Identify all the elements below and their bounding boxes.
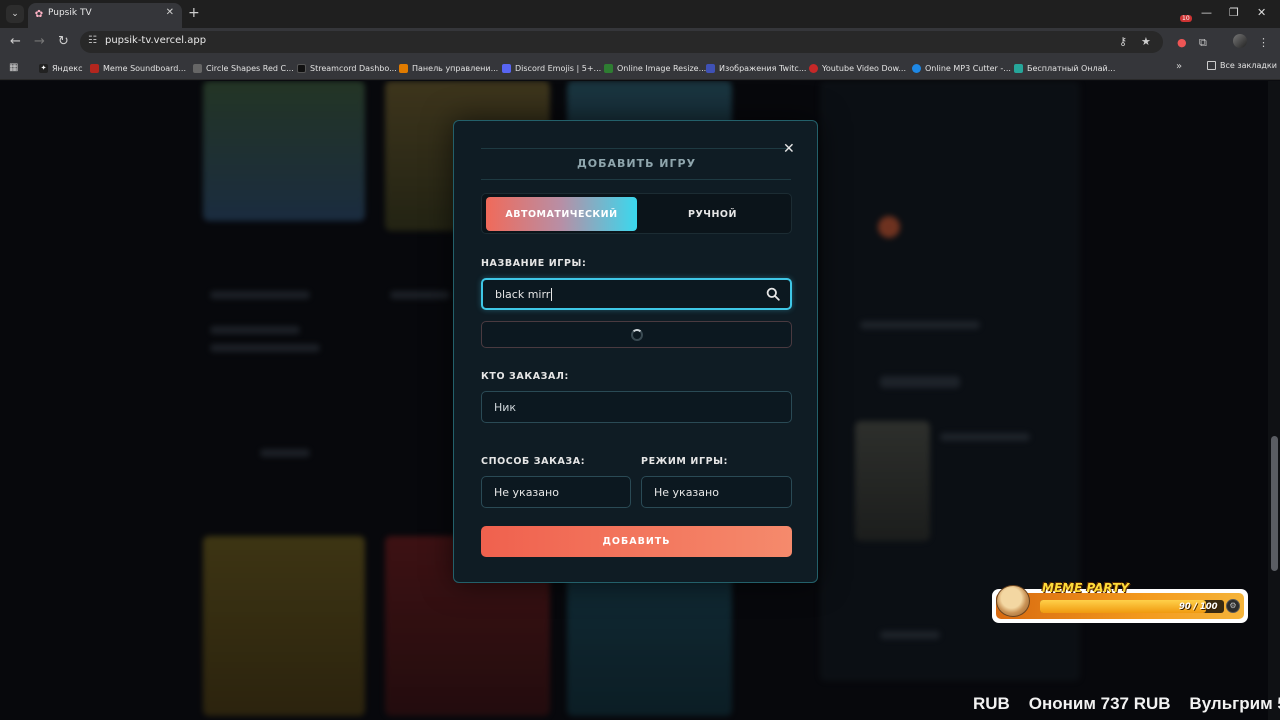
bookmark-item[interactable]: Бесплатный Онлай... xyxy=(1014,61,1115,75)
ordered-by-placeholder: Ник xyxy=(494,400,517,414)
mode-switch: АВТОМАТИЧЕСКИЙ РУЧНОЙ xyxy=(481,193,792,234)
bookmark-item[interactable]: Discord Emojis | 5+... xyxy=(502,61,601,75)
bookmark-item[interactable]: Изображения Twitc... xyxy=(706,61,806,75)
pupsik-favicon-icon: ✿ xyxy=(34,9,44,20)
browser-toolbar: ← → ↻ ☷ pupsik-tv.vercel.app ⚷ ★ ● ⧉ ⋮ xyxy=(0,28,1280,56)
bookmarks-bar: ▦ ✦ Яндекс Meme Soundboard... Circle Shap… xyxy=(0,56,1280,80)
password-key-icon[interactable]: ⚷ xyxy=(1119,35,1127,48)
game-mode-value: Не указано xyxy=(654,485,719,499)
close-window-icon[interactable]: ✕ xyxy=(1257,6,1266,19)
bookmark-favicon-icon xyxy=(604,63,613,73)
search-results-loading xyxy=(481,321,792,348)
bookmark-item[interactable]: ✦ Яндекс xyxy=(39,61,82,75)
bookmark-item[interactable]: Online MP3 Cutter -... xyxy=(912,61,1011,75)
game-mode-select[interactable]: Не указано xyxy=(641,476,792,508)
ordered-by-label: КТО ЗАКАЗАЛ: xyxy=(481,371,569,382)
game-name-label: НАЗВАНИЕ ИГРЫ: xyxy=(481,258,587,269)
bookmark-item[interactable]: Панель управлени... xyxy=(399,61,498,75)
bookmark-favicon-icon xyxy=(912,63,921,73)
modal-divider xyxy=(481,179,791,180)
game-name-input[interactable]: black mirr xyxy=(481,278,792,310)
meme-party-title: MEME PARTY xyxy=(1042,581,1130,595)
game-name-value: black mirr xyxy=(495,287,551,301)
browser-titlebar: ⌄ ✿ Pupsik TV ✕ + — ❐ ✕ xyxy=(0,0,1280,28)
mode-manual-button[interactable]: РУЧНОЙ xyxy=(637,197,788,231)
restore-icon[interactable]: ❐ xyxy=(1229,6,1239,19)
bookmark-item[interactable]: Streamcord Dashbo... xyxy=(297,61,397,75)
meme-progress-count: 90 / 100 xyxy=(1179,602,1218,612)
folder-icon xyxy=(1207,61,1216,70)
text-caret xyxy=(551,287,553,301)
loading-spinner-icon xyxy=(631,329,643,341)
meme-party-panel: 90 / 100 ⚙ xyxy=(996,593,1244,619)
bookmark-item[interactable]: Meme Soundboard... xyxy=(90,61,186,75)
apps-grid-icon[interactable]: ▦ xyxy=(9,62,18,73)
minimize-icon[interactable]: — xyxy=(1201,6,1212,19)
bookmark-favicon-icon xyxy=(193,63,202,73)
close-tab-icon[interactable]: ✕ xyxy=(166,7,174,18)
tab-title: Pupsik TV xyxy=(48,8,92,18)
meme-party-widget: 90 / 100 ⚙ MEME PARTY xyxy=(992,581,1248,623)
background-text-line xyxy=(880,376,960,388)
discord-icon xyxy=(502,63,511,73)
forward-icon[interactable]: → xyxy=(34,34,45,50)
background-text-line xyxy=(210,344,320,352)
bookmark-star-icon[interactable]: ★ xyxy=(1141,35,1151,48)
bookmark-favicon-icon xyxy=(90,63,99,73)
search-icon[interactable] xyxy=(766,287,780,301)
add-game-modal: ДОБАВИТЬ ИГРУ ✕ АВТОМАТИЧЕСКИЙ РУЧНОЙ НА… xyxy=(453,120,818,583)
game-mode-label: РЕЖИМ ИГРЫ: xyxy=(641,456,729,467)
background-text-line xyxy=(940,433,1030,441)
bookmark-favicon-icon xyxy=(297,63,306,73)
modal-title: ДОБАВИТЬ ИГРУ xyxy=(576,157,697,170)
bookmark-item[interactable]: Online Image Resize... xyxy=(604,61,706,75)
tab-search-button[interactable]: ⌄ xyxy=(6,5,24,23)
close-icon[interactable]: ✕ xyxy=(783,141,795,157)
scrollbar-thumb[interactable] xyxy=(1271,436,1278,571)
all-bookmarks[interactable]: Все закладки xyxy=(1207,61,1277,70)
background-text-line xyxy=(210,326,300,334)
background-text-line xyxy=(390,291,450,299)
opera-icon xyxy=(809,63,818,73)
yandex-icon: ✦ xyxy=(39,63,48,73)
background-text-line xyxy=(880,631,940,639)
donation-ticker: RUB Ононим 737 RUB Вульгрим 536 xyxy=(0,690,1280,720)
background-thumbnail xyxy=(855,421,930,541)
bookmark-item[interactable]: Circle Shapes Red C... xyxy=(193,61,294,75)
ticker-text: RUB Ононим 737 RUB Вульгрим 536 xyxy=(973,694,1280,713)
address-url: pupsik-tv.vercel.app xyxy=(105,35,207,46)
profile-avatar[interactable] xyxy=(1233,34,1247,48)
background-game-card xyxy=(203,536,365,716)
background-game-card xyxy=(203,81,365,221)
doge-icon xyxy=(996,585,1030,617)
extension-icon[interactable]: ● xyxy=(1177,36,1187,49)
extensions-puzzle-icon[interactable]: ⧉ xyxy=(1199,36,1207,50)
modal-divider xyxy=(481,148,791,149)
background-text-line xyxy=(210,291,310,299)
menu-kebab-icon[interactable]: ⋮ xyxy=(1258,36,1269,49)
page-scrollbar[interactable] xyxy=(1268,81,1280,720)
order-method-label: СПОСОБ ЗАКАЗА: xyxy=(481,456,586,467)
new-tab-icon[interactable]: + xyxy=(188,5,200,21)
bookmark-favicon-icon xyxy=(399,63,408,73)
background-avatar xyxy=(878,216,900,238)
site-info-icon[interactable]: ☷ xyxy=(88,35,97,46)
address-bar[interactable]: ☷ pupsik-tv.vercel.app ⚷ ★ xyxy=(80,31,1163,53)
order-method-value: Не указано xyxy=(494,485,559,499)
reload-icon[interactable]: ↻ xyxy=(58,34,69,50)
background-text-line xyxy=(260,449,310,457)
browser-tab[interactable]: ✿ Pupsik TV ✕ xyxy=(28,3,182,28)
extension-badge: 10 xyxy=(1180,15,1192,22)
meme-settings-icon: ⚙ xyxy=(1226,599,1240,613)
order-method-select[interactable]: Не указано xyxy=(481,476,631,508)
ordered-by-input[interactable]: Ник xyxy=(481,391,792,423)
more-bookmarks-icon[interactable]: » xyxy=(1176,61,1182,72)
mode-auto-button[interactable]: АВТОМАТИЧЕСКИЙ xyxy=(486,197,637,231)
add-game-submit-button[interactable]: ДОБАВИТЬ xyxy=(481,526,792,557)
background-text-line xyxy=(860,321,980,329)
bookmark-item[interactable]: Youtube Video Dow... xyxy=(809,61,906,75)
bookmark-favicon-icon xyxy=(706,63,715,73)
bookmark-favicon-icon xyxy=(1014,63,1023,73)
back-icon[interactable]: ← xyxy=(10,34,21,50)
